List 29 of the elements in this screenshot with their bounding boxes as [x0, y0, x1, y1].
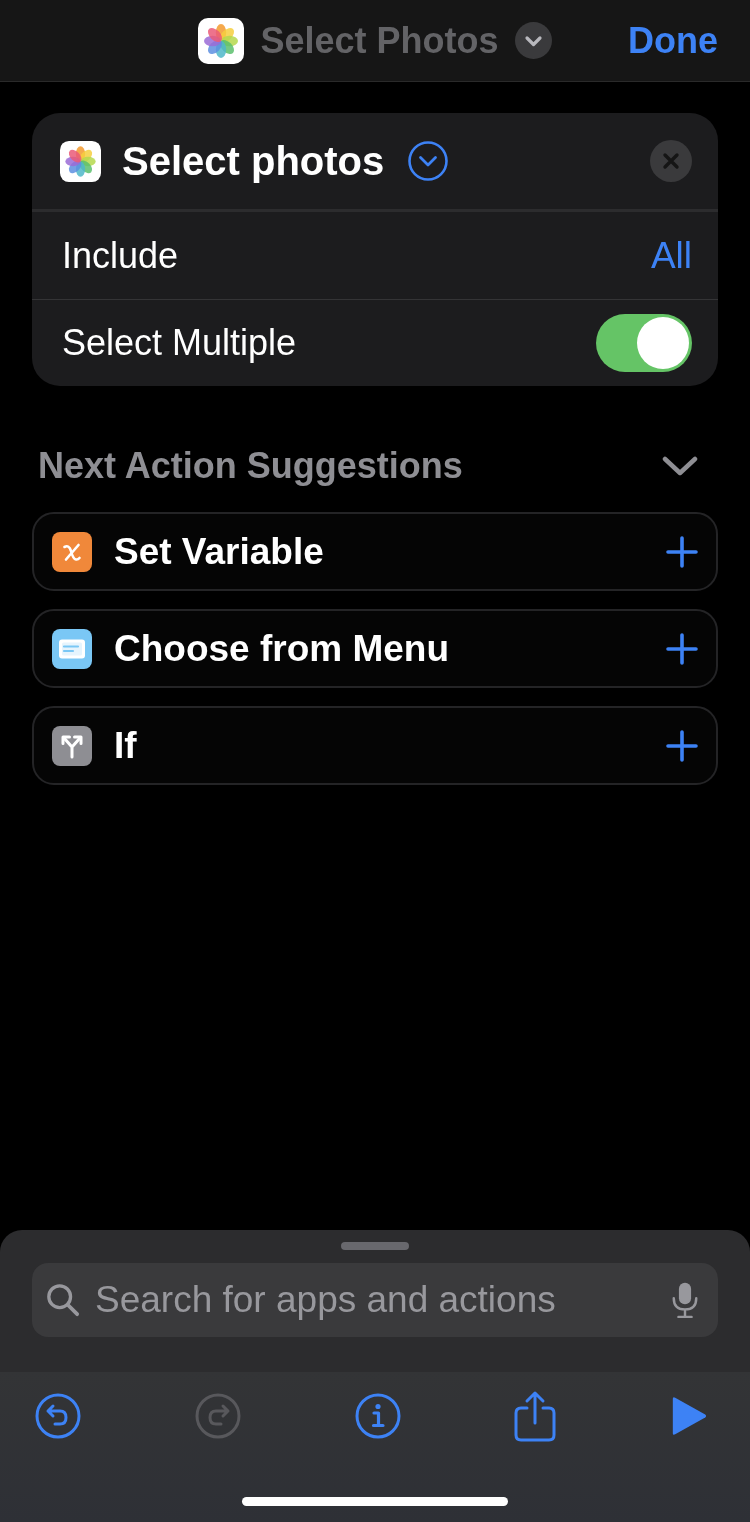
nav-title: Select Photos [260, 19, 499, 62]
done-button[interactable]: Done [628, 19, 718, 62]
flower-icon [60, 140, 101, 182]
suggestion-card[interactable]: Set Variable [32, 512, 718, 591]
suggestion-label: Choose from Menu [114, 627, 450, 670]
play-icon[interactable] [670, 1396, 708, 1436]
chevron-down-icon[interactable] [662, 455, 698, 477]
microphone-icon[interactable] [670, 1281, 700, 1319]
value-link[interactable]: All [650, 234, 692, 277]
plus-icon[interactable] [666, 729, 698, 762]
suggestion-label: If [114, 724, 137, 767]
suggestion-card[interactable]: If [32, 706, 718, 785]
flower-icon [198, 17, 245, 64]
suggestion-label: Set Variable [114, 530, 324, 573]
info-icon[interactable] [354, 1393, 401, 1439]
chevron-down-icon[interactable] [408, 141, 449, 181]
row-label: Include [62, 234, 179, 277]
toggle-switch[interactable] [596, 314, 692, 372]
action-title: Select photos [122, 138, 385, 184]
undo-icon[interactable] [35, 1393, 81, 1439]
row-label: Select Multiple [62, 322, 297, 364]
chevron-down-icon[interactable] [514, 22, 552, 59]
plus-icon[interactable] [666, 632, 698, 665]
search-icon [46, 1283, 80, 1317]
suggestion-card[interactable]: Choose from Menu [32, 609, 718, 688]
plus-icon[interactable] [666, 535, 698, 568]
section-title: Next Action Suggestions [38, 445, 463, 487]
search-field[interactable]: Search for apps and actions [32, 1263, 718, 1337]
share-icon[interactable] [514, 1390, 557, 1442]
